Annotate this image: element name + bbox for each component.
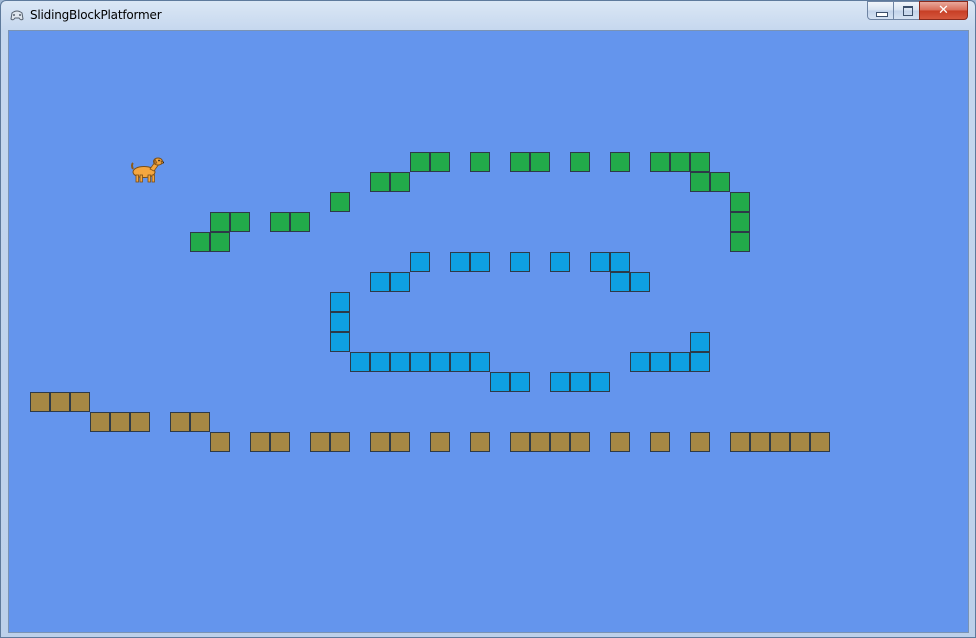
green-block (210, 212, 230, 232)
green-block (730, 232, 750, 252)
green-block (510, 152, 530, 172)
blue-block (590, 252, 610, 272)
green-block (690, 172, 710, 192)
green-block (470, 152, 490, 172)
blue-block (590, 372, 610, 392)
brown-block (430, 432, 450, 452)
blue-block (510, 372, 530, 392)
blue-block (470, 352, 490, 372)
blue-block (630, 352, 650, 372)
brown-block (550, 432, 570, 452)
brown-block (330, 432, 350, 452)
blue-block (330, 292, 350, 312)
maximize-button[interactable] (893, 1, 920, 20)
brown-block (270, 432, 290, 452)
window-title: SlidingBlockPlatformer (30, 8, 162, 22)
blue-block (330, 332, 350, 352)
blue-block (690, 352, 710, 372)
brown-block (310, 432, 330, 452)
blue-block (610, 252, 630, 272)
game-canvas[interactable] (8, 30, 969, 633)
brown-block (210, 432, 230, 452)
brown-block (770, 432, 790, 452)
brown-block (510, 432, 530, 452)
blue-block (390, 272, 410, 292)
green-block (730, 192, 750, 212)
brown-block (370, 432, 390, 452)
close-button[interactable]: ✕ (919, 1, 968, 20)
green-block (370, 172, 390, 192)
green-block (670, 152, 690, 172)
blue-block (370, 352, 390, 372)
dog-icon (131, 157, 164, 183)
blue-block (430, 352, 450, 372)
brown-block (530, 432, 550, 452)
blue-block (610, 272, 630, 292)
brown-block (30, 392, 50, 412)
brown-block (130, 412, 150, 432)
blue-block (410, 252, 430, 272)
blue-block (390, 352, 410, 372)
green-block (570, 152, 590, 172)
green-block (190, 232, 210, 252)
brown-block (90, 412, 110, 432)
green-block (690, 152, 710, 172)
blue-block (370, 272, 390, 292)
minimize-button[interactable] (867, 1, 894, 20)
brown-block (50, 392, 70, 412)
close-icon: ✕ (938, 3, 949, 18)
brown-block (790, 432, 810, 452)
brown-block (610, 432, 630, 452)
blue-block (450, 252, 470, 272)
brown-block (730, 432, 750, 452)
green-block (410, 152, 430, 172)
green-block (530, 152, 550, 172)
brown-block (250, 432, 270, 452)
blue-block (490, 372, 510, 392)
blue-block (670, 352, 690, 372)
green-block (710, 172, 730, 192)
app-window: SlidingBlockPlatformer ✕ (0, 0, 976, 638)
blue-block (570, 372, 590, 392)
brown-block (190, 412, 210, 432)
blue-block (650, 352, 670, 372)
blue-block (690, 332, 710, 352)
minimize-icon (876, 12, 888, 17)
blue-block (450, 352, 470, 372)
green-block (650, 152, 670, 172)
blue-block (330, 312, 350, 332)
blue-block (630, 272, 650, 292)
brown-block (110, 412, 130, 432)
maximize-icon (903, 6, 913, 16)
green-block (330, 192, 350, 212)
brown-block (470, 432, 490, 452)
blue-block (550, 372, 570, 392)
blue-block (350, 352, 370, 372)
blue-block (550, 252, 570, 272)
green-block (290, 212, 310, 232)
blue-block (510, 252, 530, 272)
brown-block (810, 432, 830, 452)
blue-block (470, 252, 490, 272)
block-layer (9, 31, 968, 632)
green-block (210, 232, 230, 252)
controller-icon (10, 10, 24, 21)
brown-block (690, 432, 710, 452)
brown-block (650, 432, 670, 452)
brown-block (170, 412, 190, 432)
green-block (430, 152, 450, 172)
brown-block (70, 392, 90, 412)
brown-block (570, 432, 590, 452)
green-block (390, 172, 410, 192)
brown-block (750, 432, 770, 452)
green-block (230, 212, 250, 232)
blue-block (410, 352, 430, 372)
green-block (610, 152, 630, 172)
title-bar[interactable]: SlidingBlockPlatformer ✕ (1, 1, 975, 30)
green-block (730, 212, 750, 232)
brown-block (390, 432, 410, 452)
green-block (270, 212, 290, 232)
